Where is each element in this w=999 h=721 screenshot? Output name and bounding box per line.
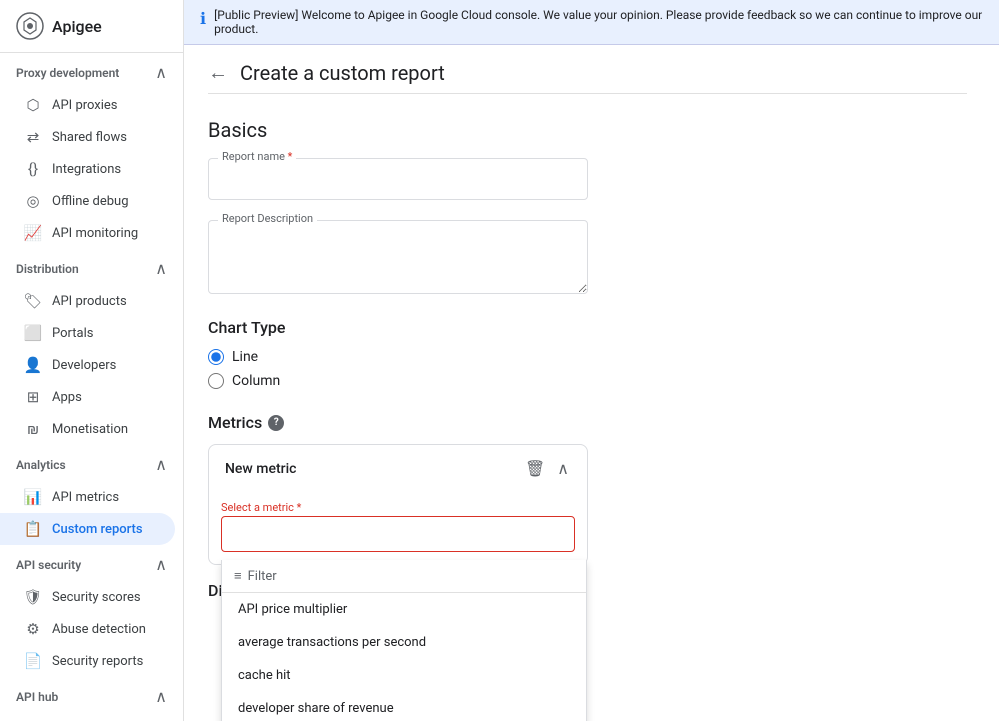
preview-banner: ℹ [Public Preview] Welcome to Apigee in … — [184, 0, 999, 45]
api-security-section: API security ∧ — [0, 545, 183, 581]
sidebar-item-apps[interactable]: ⊞ Apps — [0, 381, 175, 413]
chart-line-option[interactable]: Line — [208, 349, 967, 365]
sidebar-item-integrations[interactable]: {} Integrations — [0, 153, 175, 185]
api-monitoring-icon: 📈 — [24, 224, 42, 242]
main-content: ℹ [Public Preview] Welcome to Apigee in … — [184, 0, 999, 721]
offline-debug-icon: ◎ — [24, 192, 42, 210]
chart-column-radio[interactable] — [208, 373, 224, 389]
sidebar-item-portals[interactable]: ⬜ Portals — [0, 317, 175, 349]
select-metric-wrapper: Select a metric * ≡ Filter API price mul… — [209, 493, 587, 564]
proxy-development-collapse[interactable]: ∧ — [155, 63, 167, 83]
dropdown-list: API price multiplier average transaction… — [222, 593, 586, 721]
api-hub-collapse[interactable]: ∧ — [155, 687, 167, 707]
page-content: ← Create a custom report Basics Report n… — [184, 45, 999, 721]
sidebar-item-api-metrics[interactable]: 📊 API metrics — [0, 481, 175, 513]
sidebar-item-api-hub[interactable]: ⬡ API hub — [0, 713, 175, 721]
metrics-heading: Metrics ? — [208, 413, 967, 432]
report-description-input[interactable] — [208, 220, 588, 294]
chart-column-option[interactable]: Column — [208, 373, 967, 389]
app-logo: Apigee — [0, 0, 183, 53]
sidebar-item-security-reports[interactable]: 📄 Security reports — [0, 645, 175, 677]
portals-icon: ⬜ — [24, 324, 42, 342]
sidebar-item-developers[interactable]: 👤 Developers — [0, 349, 175, 381]
sidebar-item-shared-flows[interactable]: ⇄ Shared flows — [0, 121, 175, 153]
report-name-input[interactable] — [208, 158, 588, 200]
proxy-development-section: Proxy development ∧ — [0, 53, 183, 89]
back-arrow-icon: ← — [208, 62, 228, 85]
analytics-items: 📊 API metrics 📋 Custom reports — [0, 481, 183, 545]
chart-type-heading: Chart Type — [208, 318, 967, 337]
integrations-icon: {} — [24, 160, 42, 178]
sidebar-item-security-scores[interactable]: 🛡 Security scores — [0, 581, 175, 613]
api-hub-section: API hub ∧ — [0, 677, 183, 713]
custom-reports-icon: 📋 — [24, 520, 42, 538]
list-item[interactable]: cache hit — [222, 659, 586, 692]
filter-row: ≡ Filter — [222, 560, 586, 593]
page-header: ← Create a custom report — [208, 45, 967, 94]
distribution-collapse[interactable]: ∧ — [155, 259, 167, 279]
sidebar-item-api-products[interactable]: 🏷 API products — [0, 285, 175, 317]
list-item[interactable]: developer share of revenue — [222, 692, 586, 721]
sidebar-item-abuse-detection[interactable]: ⚙ Abuse detection — [0, 613, 175, 645]
metrics-section: Metrics ? New metric 🗑 ∧ Select a metric… — [208, 413, 967, 565]
sidebar-item-api-proxies[interactable]: ⬡ API proxies — [0, 89, 175, 121]
metrics-help-icon[interactable]: ? — [268, 415, 284, 431]
chart-type-section: Chart Type Line Column — [208, 318, 967, 389]
app-title: Apigee — [52, 17, 102, 36]
sidebar: Apigee Proxy development ∧ ⬡ API proxies… — [0, 0, 184, 721]
chart-type-radio-group: Line Column — [208, 349, 967, 389]
api-hub-items: ⬡ API hub ⚙ API Hub Settings — [0, 713, 183, 721]
page-title: Create a custom report — [240, 61, 445, 85]
banner-info-icon: ℹ — [200, 9, 206, 28]
filter-label: Filter — [248, 569, 277, 584]
sidebar-item-offline-debug[interactable]: ◎ Offline debug — [0, 185, 175, 217]
filter-input[interactable] — [283, 569, 574, 584]
apps-icon: ⊞ — [24, 388, 42, 406]
analytics-collapse[interactable]: ∧ — [155, 455, 167, 475]
abuse-detection-icon: ⚙ — [24, 620, 42, 638]
report-description-label: Report Description — [218, 212, 317, 225]
select-metric-trigger[interactable] — [221, 516, 575, 552]
monetisation-icon: ₪ — [24, 420, 42, 438]
proxy-development-items: ⬡ API proxies ⇄ Shared flows {} Integrat… — [0, 89, 183, 249]
metric-dropdown-panel: ≡ Filter API price multiplier average tr… — [221, 560, 587, 721]
new-metric-label: New metric — [225, 461, 296, 477]
apigee-logo-icon — [16, 12, 44, 40]
report-name-label: Report name — [218, 150, 296, 163]
list-item[interactable]: average transactions per second — [222, 626, 586, 659]
basics-heading: Basics — [208, 118, 967, 142]
distribution-items: 🏷 API products ⬜ Portals 👤 Developers ⊞ … — [0, 285, 183, 445]
delete-metric-button[interactable]: 🗑 — [523, 457, 547, 481]
api-security-collapse[interactable]: ∧ — [155, 555, 167, 575]
api-products-icon: 🏷 — [24, 292, 42, 310]
new-metric-card: New metric 🗑 ∧ Select a metric * ≡ Filte… — [208, 444, 588, 565]
metric-card-header: New metric 🗑 ∧ — [209, 445, 587, 493]
report-name-field: Report name — [208, 158, 967, 200]
sidebar-item-api-monitoring[interactable]: 📈 API monitoring — [0, 217, 175, 249]
chart-line-radio[interactable] — [208, 349, 224, 365]
analytics-section: Analytics ∧ — [0, 445, 183, 481]
api-security-items: 🛡 Security scores ⚙ Abuse detection 📄 Se… — [0, 581, 183, 677]
list-item[interactable]: API price multiplier — [222, 593, 586, 626]
select-metric-label: Select a metric * — [221, 501, 575, 514]
back-button[interactable]: ← — [208, 62, 228, 85]
api-proxies-icon: ⬡ — [24, 96, 42, 114]
sidebar-item-custom-reports[interactable]: 📋 Custom reports — [0, 513, 175, 545]
filter-icon: ≡ — [234, 568, 242, 584]
security-scores-icon: 🛡 — [24, 588, 42, 606]
developers-icon: 👤 — [24, 356, 42, 374]
distribution-section: Distribution ∧ — [0, 249, 183, 285]
sidebar-item-monetisation[interactable]: ₪ Monetisation — [0, 413, 175, 445]
metric-card-actions: 🗑 ∧ — [523, 457, 571, 481]
collapse-metric-button[interactable]: ∧ — [555, 457, 571, 481]
report-description-field: Report Description — [208, 220, 967, 298]
api-metrics-icon: 📊 — [24, 488, 42, 506]
basics-section: Basics Report name Report Description — [208, 118, 967, 298]
security-reports-icon: 📄 — [24, 652, 42, 670]
shared-flows-icon: ⇄ — [24, 128, 42, 146]
